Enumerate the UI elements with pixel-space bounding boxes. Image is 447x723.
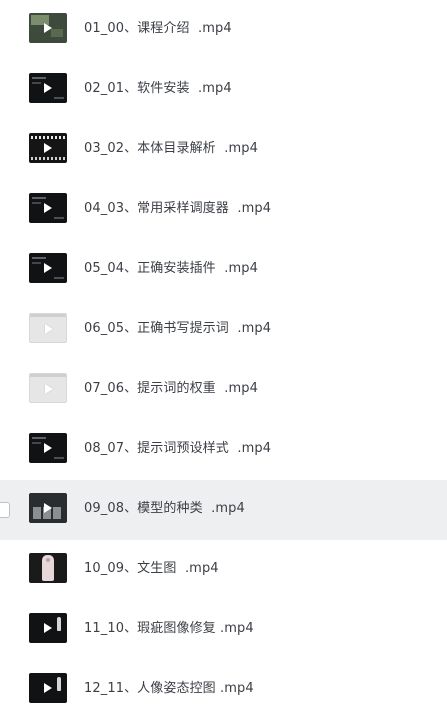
- file-row-01[interactable]: 01_00、课程介绍 .mp4: [0, 0, 447, 60]
- file-row-06[interactable]: 06_05、正确书写提示词 .mp4: [0, 300, 447, 360]
- video-play-icon: [44, 83, 52, 93]
- video-play-icon: [45, 324, 53, 334]
- file-row-11[interactable]: 11_10、瑕疵图像修复 .mp4: [0, 600, 447, 660]
- file-name[interactable]: 05_04、正确安装插件 .mp4: [84, 260, 258, 278]
- file-row-05[interactable]: 05_04、正确安装插件 .mp4: [0, 240, 447, 300]
- file-name[interactable]: 07_06、提示词的权重 .mp4: [84, 380, 258, 398]
- video-play-icon: [44, 623, 52, 633]
- video-file-list: 01_00、课程介绍 .mp4 02_01、软件安装 .mp4 03_02、本体…: [0, 0, 447, 723]
- video-play-icon: [44, 443, 52, 453]
- file-name[interactable]: 09_08、模型的种类 .mp4: [84, 500, 245, 518]
- video-thumbnail[interactable]: [29, 133, 67, 163]
- row-checkbox[interactable]: [0, 502, 10, 518]
- video-play-icon: [44, 503, 52, 513]
- video-thumbnail[interactable]: [29, 553, 67, 583]
- file-name[interactable]: 03_02、本体目录解析 .mp4: [84, 140, 258, 158]
- file-name[interactable]: 10_09、文生图 .mp4: [84, 560, 219, 578]
- file-row-08[interactable]: 08_07、提示词预设样式 .mp4: [0, 420, 447, 480]
- video-thumbnail[interactable]: [29, 373, 67, 403]
- video-thumbnail[interactable]: [29, 433, 67, 463]
- file-name[interactable]: 04_03、常用采样调度器 .mp4: [84, 200, 271, 218]
- file-row-02[interactable]: 02_01、软件安装 .mp4: [0, 60, 447, 120]
- file-row-12[interactable]: 12_11、人像姿态控图 .mp4: [0, 660, 447, 720]
- file-row-10[interactable]: 10_09、文生图 .mp4: [0, 540, 447, 600]
- file-row-04[interactable]: 04_03、常用采样调度器 .mp4: [0, 180, 447, 240]
- video-play-icon: [44, 143, 52, 153]
- file-name[interactable]: 12_11、人像姿态控图 .mp4: [84, 680, 254, 698]
- file-name[interactable]: 08_07、提示词预设样式 .mp4: [84, 440, 271, 458]
- video-thumbnail[interactable]: [29, 673, 67, 703]
- file-row-03[interactable]: 03_02、本体目录解析 .mp4: [0, 120, 447, 180]
- file-row-07[interactable]: 07_06、提示词的权重 .mp4: [0, 360, 447, 420]
- file-name[interactable]: 06_05、正确书写提示词 .mp4: [84, 320, 271, 338]
- video-play-icon: [44, 23, 52, 33]
- video-thumbnail[interactable]: [29, 193, 67, 223]
- file-name[interactable]: 02_01、软件安装 .mp4: [84, 80, 232, 98]
- video-play-icon: [44, 203, 52, 213]
- video-thumbnail[interactable]: [29, 73, 67, 103]
- file-row-09[interactable]: 09_08、模型的种类 .mp4: [0, 480, 447, 540]
- file-name[interactable]: 11_10、瑕疵图像修复 .mp4: [84, 620, 254, 638]
- video-thumbnail[interactable]: [29, 493, 67, 523]
- video-play-icon: [44, 683, 52, 693]
- file-name[interactable]: 01_00、课程介绍 .mp4: [84, 20, 232, 38]
- video-thumbnail[interactable]: [29, 253, 67, 283]
- video-thumbnail[interactable]: [29, 13, 67, 43]
- video-thumbnail[interactable]: [29, 613, 67, 643]
- video-play-icon: [44, 263, 52, 273]
- video-play-icon: [45, 384, 53, 394]
- video-thumbnail[interactable]: [29, 313, 67, 343]
